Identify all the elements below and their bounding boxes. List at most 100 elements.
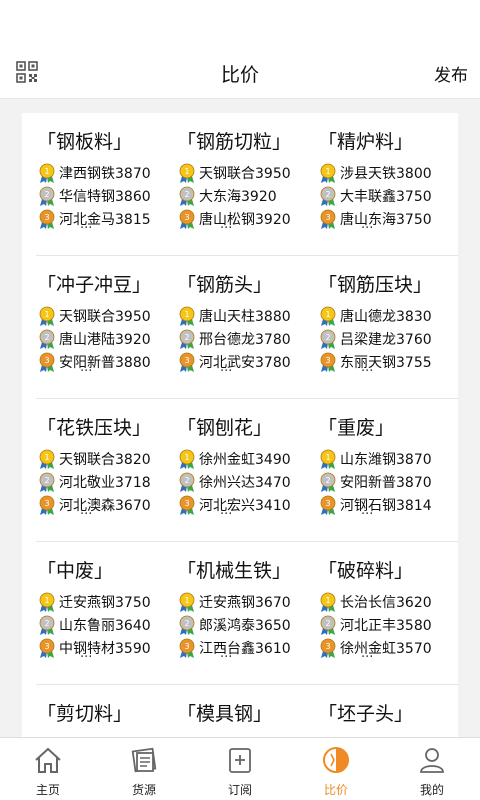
price-item[interactable]: 1 涉县天铁3800	[319, 163, 432, 183]
category-block[interactable]: 「花铁压块」 1 天钢联合3820 2 河北敬业3718 3 河北澳森3670...	[22, 399, 167, 542]
svg-text:3: 3	[184, 213, 189, 222]
category-title[interactable]: 「坯子头」	[318, 699, 413, 726]
more-indicator[interactable]: ...	[220, 646, 232, 661]
category-block[interactable]: 「钢板料」 1 津西钢铁3870 2 华信特钢3860 3 河北金马3815...	[22, 113, 167, 256]
category-block[interactable]: 「坯子头」	[303, 685, 448, 738]
price-item[interactable]: 1 唐山德龙3830	[319, 306, 432, 326]
price-item[interactable]: 3 安阳新普3880	[38, 352, 151, 372]
category-block[interactable]: 「重废」 1 山东潍钢3870 2 安阳新普3870 3 河钢石钢3814...	[303, 399, 448, 542]
category-title[interactable]: 「模具钢」	[177, 699, 272, 726]
price-item[interactable]: 2 大丰联鑫3750	[319, 186, 432, 206]
tab-subscribe[interactable]: 订阅	[192, 738, 288, 800]
company-price: 唐山东海3750	[340, 212, 432, 228]
more-indicator[interactable]: ...	[80, 646, 92, 661]
price-item[interactable]: 3 唐山东海3750	[319, 209, 432, 229]
price-item[interactable]: 2 邢台德龙3780	[178, 329, 291, 349]
price-item[interactable]: 1 徐州金虹3490	[178, 449, 291, 469]
category-title[interactable]: 「钢筋切粒」	[177, 127, 291, 154]
price-item[interactable]: 3 河北澳森3670	[38, 495, 151, 515]
category-title[interactable]: 「冲子冲豆」	[37, 270, 151, 297]
price-item[interactable]: 1 唐山天柱3880	[178, 306, 291, 326]
more-indicator[interactable]: ...	[80, 503, 92, 518]
price-item[interactable]: 2 河北正丰3580	[319, 615, 432, 635]
price-item[interactable]: 1 迁安燕钢3750	[38, 592, 151, 612]
company-price: 安阳新普3870	[340, 475, 432, 491]
more-indicator[interactable]: ...	[220, 360, 232, 375]
category-block[interactable]: 「钢筋切粒」 1 天钢联合3950 2 大东海3920 3 唐山松钢3920...	[162, 113, 307, 256]
silver-medal-icon: 2	[39, 472, 55, 492]
price-item[interactable]: 2 吕梁建龙3760	[319, 329, 432, 349]
category-block[interactable]: 「剪切料」	[22, 685, 167, 738]
tab-home[interactable]: 主页	[0, 738, 96, 800]
more-indicator[interactable]: ...	[361, 646, 373, 661]
price-item[interactable]: 2 安阳新普3870	[319, 472, 432, 492]
category-block[interactable]: 「钢筋头」 1 唐山天柱3880 2 邢台德龙3780 3 河北武安3780...	[162, 256, 307, 399]
category-title[interactable]: 「破碎料」	[318, 556, 413, 583]
price-item[interactable]: 1 天钢联合3950	[178, 163, 291, 183]
price-item[interactable]: 1 迁安燕钢3670	[178, 592, 291, 612]
tab-compare[interactable]: 比价	[288, 738, 384, 800]
price-item[interactable]: 2 郎溪鸿泰3650	[178, 615, 291, 635]
company-price: 大丰联鑫3750	[340, 189, 432, 205]
price-item[interactable]: 3 河钢石钢3814	[319, 495, 432, 515]
price-item[interactable]: 3 中钢特材3590	[38, 638, 151, 658]
price-item[interactable]: 1 山东潍钢3870	[319, 449, 432, 469]
price-item[interactable]: 2 大东海3920	[178, 186, 277, 206]
bronze-medal-icon: 3	[179, 209, 195, 229]
price-item[interactable]: 2 山东鲁丽3640	[38, 615, 151, 635]
category-block[interactable]: 「模具钢」	[162, 685, 307, 738]
price-item[interactable]: 1 长治长信3620	[319, 592, 432, 612]
category-title[interactable]: 「钢板料」	[37, 127, 132, 154]
price-item[interactable]: 3 东丽天钢3755	[319, 352, 432, 372]
more-indicator[interactable]: ...	[80, 217, 92, 232]
category-title[interactable]: 「机械生铁」	[177, 556, 291, 583]
svg-text:1: 1	[44, 453, 49, 462]
category-row: 「冲子冲豆」 1 天钢联合3950 2 唐山港陆3920 3 安阳新普3880... 「钢筋头…	[22, 256, 458, 399]
category-title[interactable]: 「钢刨花」	[177, 413, 272, 440]
price-item[interactable]: 2 河北敬业3718	[38, 472, 151, 492]
tab-profile[interactable]: 我的	[384, 738, 480, 800]
category-title[interactable]: 「剪切料」	[37, 699, 132, 726]
category-block[interactable]: 「机械生铁」 1 迁安燕钢3670 2 郎溪鸿泰3650 3 江西台鑫3610...	[162, 542, 307, 685]
price-item[interactable]: 2 唐山港陆3920	[38, 329, 151, 349]
more-indicator[interactable]: ...	[80, 360, 92, 375]
svg-text:3: 3	[44, 642, 49, 651]
gold-medal-icon: 1	[320, 163, 336, 183]
price-item[interactable]: 3 河北武安3780	[178, 352, 291, 372]
silver-medal-icon: 2	[179, 186, 195, 206]
price-item[interactable]: 3 河北宏兴3410	[178, 495, 291, 515]
category-block[interactable]: 「破碎料」 1 长治长信3620 2 河北正丰3580 3 徐州金虹3570...	[303, 542, 448, 685]
category-title[interactable]: 「中废」	[37, 556, 113, 583]
price-item[interactable]: 2 徐州兴达3470	[178, 472, 291, 492]
tab-label: 比价	[323, 783, 348, 797]
publish-button[interactable]: 发布	[434, 61, 468, 86]
category-title[interactable]: 「重废」	[318, 413, 394, 440]
price-item[interactable]: 3 河北金马3815	[38, 209, 151, 229]
category-title[interactable]: 「花铁压块」	[37, 413, 151, 440]
price-item[interactable]: 3 江西台鑫3610	[178, 638, 291, 658]
category-block[interactable]: 「精炉料」 1 涉县天铁3800 2 大丰联鑫3750 3 唐山东海3750...	[303, 113, 448, 256]
price-item[interactable]: 3 徐州金虹3570	[319, 638, 432, 658]
more-indicator[interactable]: ...	[361, 503, 373, 518]
bronze-medal-icon: 3	[39, 209, 55, 229]
more-indicator[interactable]: ...	[361, 360, 373, 375]
category-block[interactable]: 「钢筋压块」 1 唐山德龙3830 2 吕梁建龙3760 3 东丽天钢3755...	[303, 256, 448, 399]
price-item[interactable]: 2 华信特钢3860	[38, 186, 151, 206]
more-indicator[interactable]: ...	[220, 503, 232, 518]
category-title[interactable]: 「钢筋头」	[177, 270, 272, 297]
category-block[interactable]: 「中废」 1 迁安燕钢3750 2 山东鲁丽3640 3 中钢特材3590...	[22, 542, 167, 685]
more-indicator[interactable]: ...	[220, 217, 232, 232]
price-item[interactable]: 3 唐山松钢3920	[178, 209, 291, 229]
category-row: 「中废」 1 迁安燕钢3750 2 山东鲁丽3640 3 中钢特材3590... 「机械生铁」…	[22, 542, 458, 685]
tab-goods[interactable]: 货源	[96, 738, 192, 800]
category-title[interactable]: 「精炉料」	[318, 127, 413, 154]
price-compare-list[interactable]: 「钢板料」 1 津西钢铁3870 2 华信特钢3860 3 河北金马3815... 「钢筋切粒…	[0, 99, 480, 738]
price-item[interactable]: 1 天钢联合3950	[38, 306, 151, 326]
price-item[interactable]: 1 津西钢铁3870	[38, 163, 151, 183]
more-indicator[interactable]: ...	[361, 217, 373, 232]
category-title[interactable]: 「钢筋压块」	[318, 270, 432, 297]
price-item[interactable]: 1 天钢联合3820	[38, 449, 151, 469]
category-block[interactable]: 「冲子冲豆」 1 天钢联合3950 2 唐山港陆3920 3 安阳新普3880...	[22, 256, 167, 399]
category-block[interactable]: 「钢刨花」 1 徐州金虹3490 2 徐州兴达3470 3 河北宏兴3410...	[162, 399, 307, 542]
gold-medal-icon: 1	[39, 449, 55, 469]
